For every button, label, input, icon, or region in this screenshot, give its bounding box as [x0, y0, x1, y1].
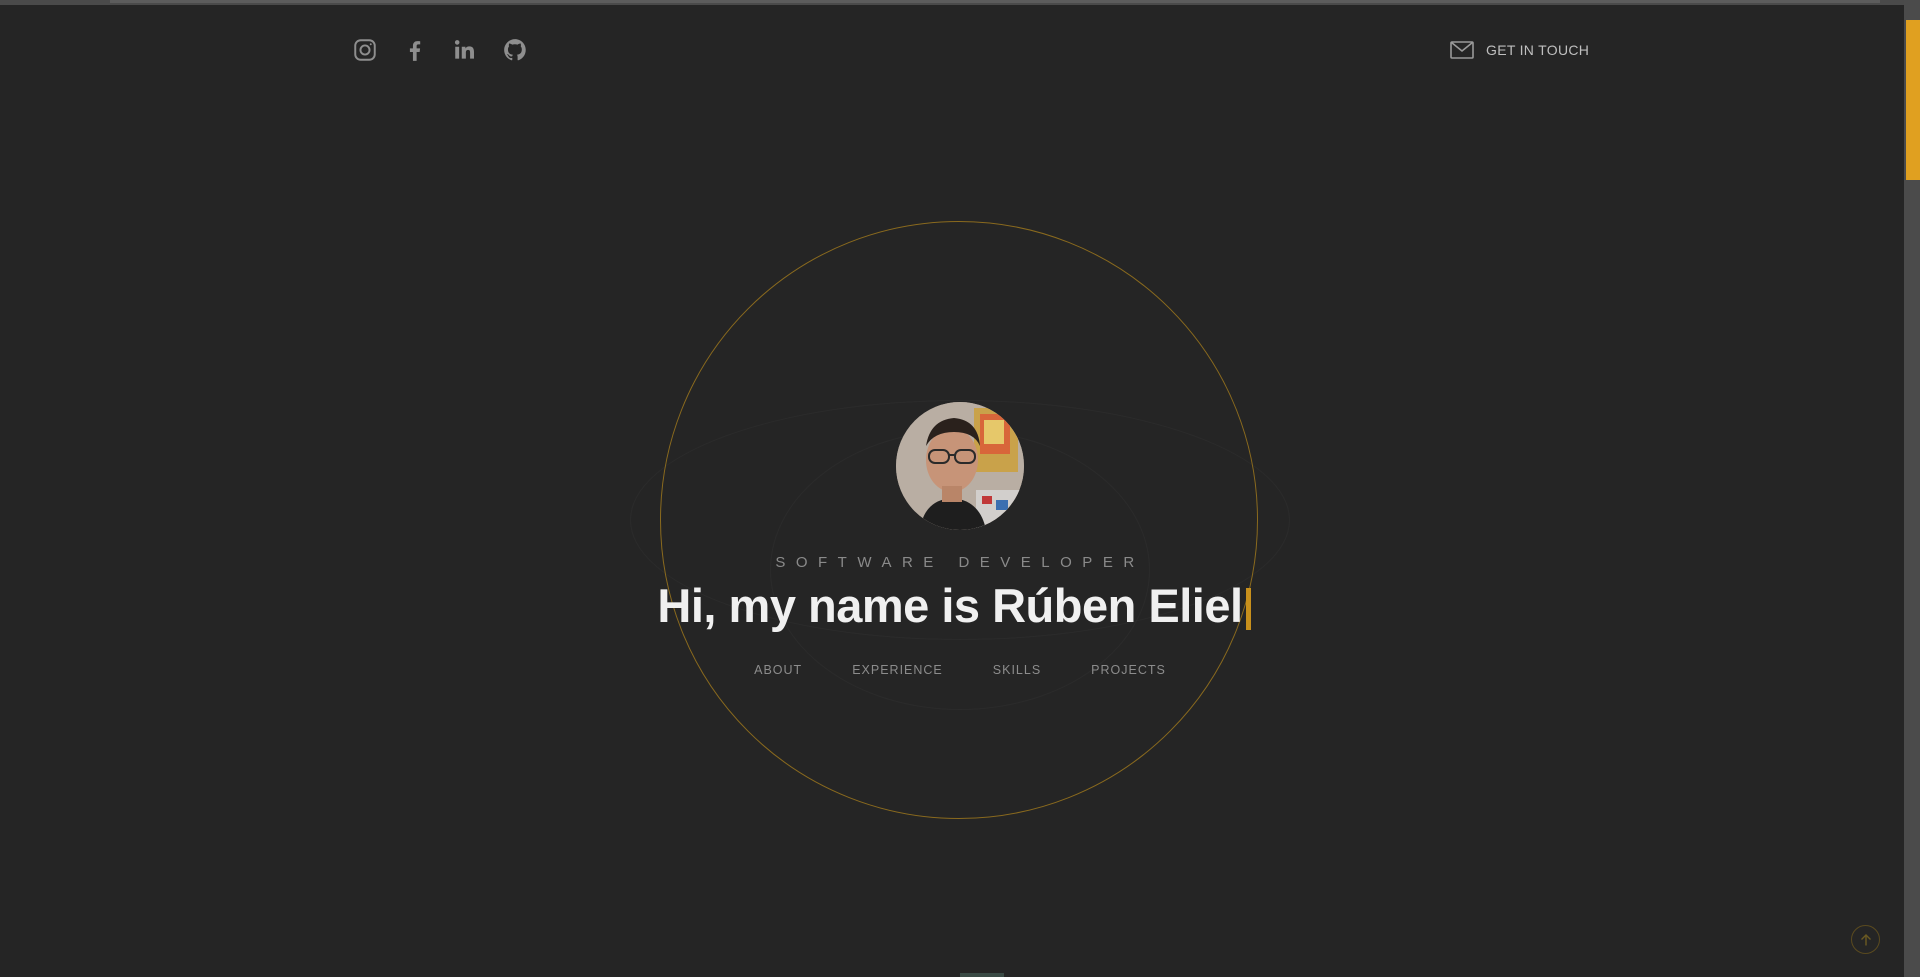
back-to-top-button[interactable] — [1851, 925, 1880, 954]
instagram-icon[interactable] — [351, 36, 379, 64]
page: GET IN TOUCH SOFTWARE DEVELOPER Hi, my n… — [0, 0, 1920, 977]
bottom-indicator — [960, 973, 1004, 977]
header: GET IN TOUCH — [0, 30, 1905, 70]
browser-top-edge — [0, 0, 1920, 5]
hero-headline: Hi, my name is Rúben Eliel — [657, 579, 1243, 632]
scrollbar[interactable] — [1904, 0, 1920, 977]
get-in-touch-link[interactable]: GET IN TOUCH — [1450, 41, 1589, 59]
github-icon[interactable] — [501, 36, 529, 64]
nav-item-skills[interactable]: SKILLS — [993, 663, 1041, 677]
arrow-up-icon — [1860, 933, 1871, 945]
hero-subtitle: SOFTWARE DEVELOPER — [775, 554, 1145, 571]
get-in-touch-label: GET IN TOUCH — [1486, 42, 1590, 58]
social-links — [351, 36, 529, 64]
nav-item-projects[interactable]: PROJECTS — [1091, 663, 1166, 677]
scrollbar-thumb[interactable] — [1906, 20, 1920, 180]
mail-icon — [1450, 41, 1474, 59]
section-nav: ABOUT EXPERIENCE SKILLS PROJECTS — [0, 663, 1920, 677]
typing-cursor — [1246, 588, 1251, 630]
facebook-icon[interactable] — [401, 36, 429, 64]
nav-item-experience[interactable]: EXPERIENCE — [852, 663, 943, 677]
linkedin-icon[interactable] — [451, 36, 479, 64]
avatar — [896, 402, 1024, 530]
nav-item-about[interactable]: ABOUT — [754, 663, 802, 677]
